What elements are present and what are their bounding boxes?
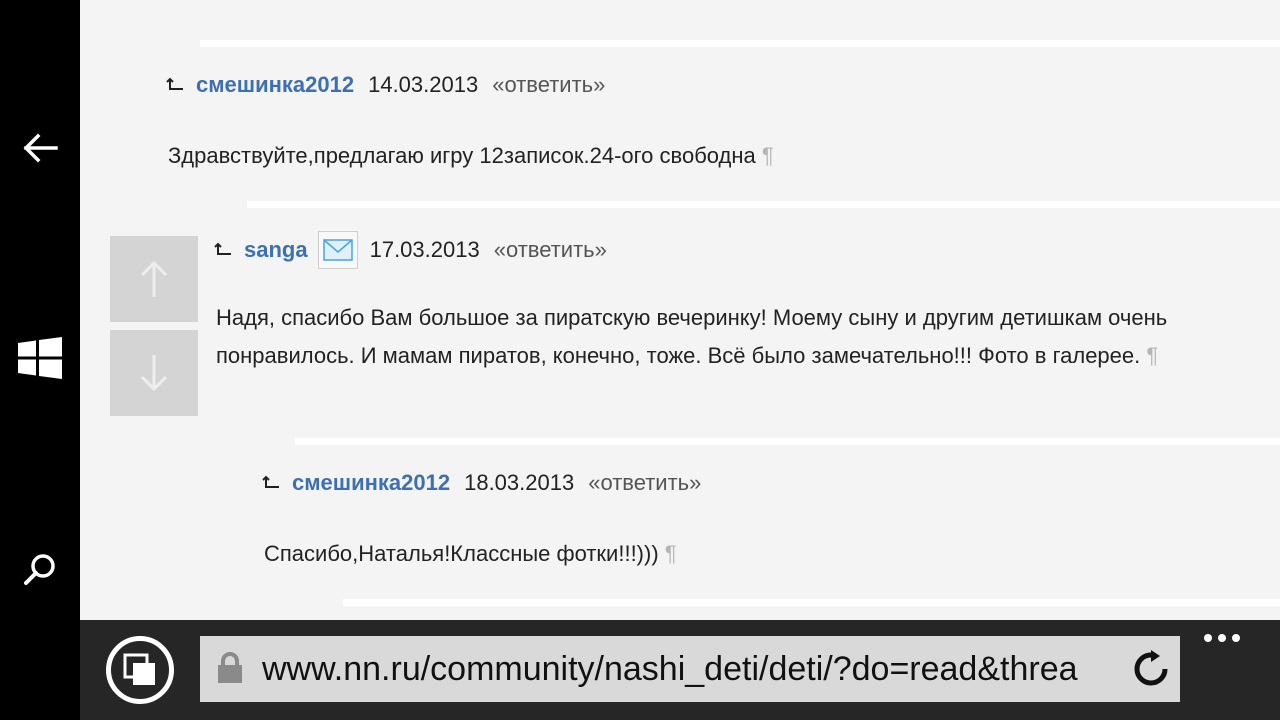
comment-meta: sanga 17.03.2013 «ответить» [214,230,607,270]
comment-meta: смешинка2012 14.03.2013 «ответить» [166,70,605,100]
comment-text: Здравствуйте,предлагаю игру 12записок.24… [168,137,1248,175]
reply-arrow-icon [166,74,188,96]
more-options-button[interactable] [1204,634,1240,642]
more-dot-icon [1218,634,1226,642]
reply-arrow-icon [262,472,284,494]
arrow-up-icon [140,260,168,297]
web-page: смешинка2012 14.03.2013 «ответить» Здрав… [80,0,1280,620]
tabs-icon [123,653,155,685]
browser-address-bar: www.nn.ru/community/nashi_deti/deti/?do=… [80,620,1280,720]
lock-icon [218,652,242,683]
envelope-icon [322,239,353,261]
url-input[interactable]: www.nn.ru/community/nashi_deti/deti/?do=… [200,636,1180,702]
comment-separator [247,201,1280,208]
comment-separator [343,599,1280,606]
refresh-icon[interactable] [1132,650,1170,688]
comment-body: Здравствуйте,предлагаю игру 12записок.24… [168,143,756,168]
comment-text: Надя, спасибо Вам большое за пиратскую в… [216,299,1276,375]
comment-meta: смешинка2012 18.03.2013 «ответить» [262,468,701,498]
arrow-down-icon [140,355,168,392]
vote-up-button[interactable] [110,236,198,322]
back-button[interactable] [0,108,80,188]
start-button[interactable] [0,318,80,398]
comment-author-link[interactable]: смешинка2012 [196,72,354,98]
comment-date: 14.03.2013 [368,72,479,97]
permalink-pilcrow[interactable]: ¶ [762,143,774,168]
reply-link[interactable]: «ответить» [588,470,701,496]
back-arrow-icon [23,133,58,163]
url-text[interactable]: www.nn.ru/community/nashi_deti/deti/?do=… [262,636,1132,702]
permalink-pilcrow[interactable]: ¶ [665,541,677,566]
tabs-button[interactable] [106,636,174,704]
search-icon [24,554,55,585]
system-bar [0,0,80,720]
comment-author-link[interactable]: sanga [244,237,308,263]
comment-text: Спасибо,Наталья!Классные фотки!!!))) ¶ [264,535,1244,573]
comment-author-link[interactable]: смешинка2012 [292,470,450,496]
vote-down-button[interactable] [110,330,198,416]
more-dot-icon [1204,634,1212,642]
windows-logo-icon [18,337,62,379]
reply-arrow-icon [214,239,236,261]
send-message-button[interactable] [317,231,358,269]
comment-date: 18.03.2013 [464,470,575,495]
comment-body: Надя, спасибо Вам большое за пиратскую в… [216,305,1168,368]
search-button[interactable] [0,530,80,610]
more-dot-icon [1232,634,1240,642]
comment-separator [200,40,1280,47]
reply-link[interactable]: «ответить» [492,72,605,98]
comment-separator [295,438,1280,445]
reply-link[interactable]: «ответить» [494,237,607,263]
permalink-pilcrow[interactable]: ¶ [1146,343,1158,368]
comment-body: Спасибо,Наталья!Классные фотки!!!))) [264,541,659,566]
comment-date: 17.03.2013 [369,237,480,262]
